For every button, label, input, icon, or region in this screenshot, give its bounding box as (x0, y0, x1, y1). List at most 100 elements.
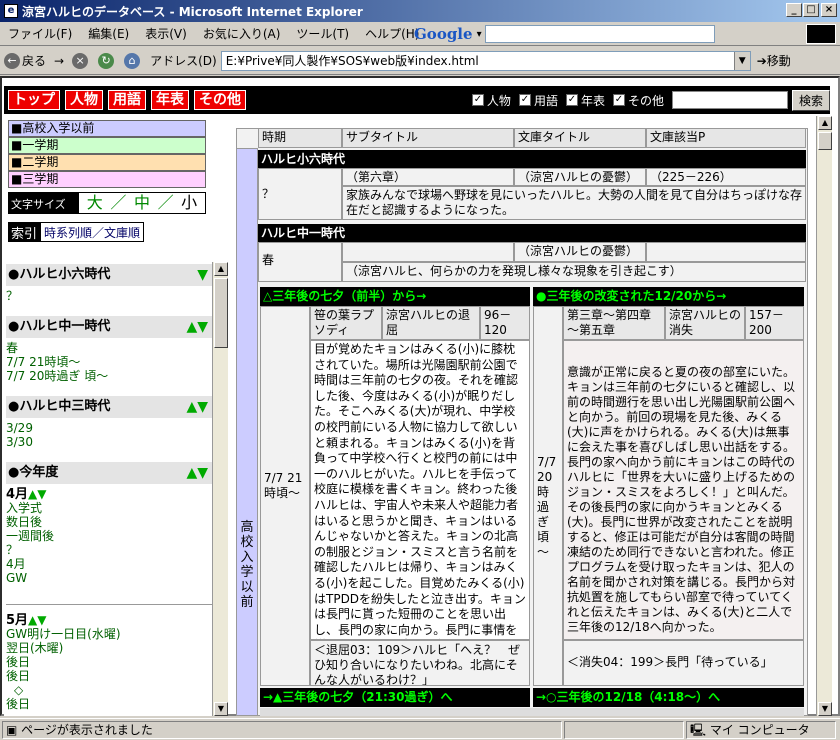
menu-file[interactable]: ファイル(F) (0, 25, 80, 42)
font-small[interactable]: 小 (181, 193, 197, 213)
era-heading[interactable]: ●今年度 ▲▼ (6, 462, 212, 484)
month-link[interactable]: 後日 (6, 697, 30, 711)
bunko-cell: （涼宮ハルヒの憂鬱） (514, 168, 646, 186)
refresh-button[interactable]: ↻ (94, 52, 120, 69)
month-link[interactable]: GW (6, 571, 27, 585)
divider (6, 604, 212, 605)
search-button[interactable]: 検索 (791, 89, 830, 111)
main-scrollbar[interactable]: ▲ ▼ (816, 116, 832, 716)
home-button[interactable]: ⌂ (120, 52, 146, 69)
month-link[interactable]: 4月 (6, 557, 26, 571)
font-mid[interactable]: 中 (134, 193, 150, 213)
scroll-up-icon[interactable]: ▲ (214, 262, 228, 276)
scroll-thumb[interactable] (818, 132, 832, 150)
scroll-down-icon[interactable]: ▼ (214, 702, 228, 716)
bunko-cell: （涼宮ハルヒの憂鬱） (514, 242, 646, 262)
forward-button[interactable]: → (50, 54, 68, 68)
check-people[interactable]: ✓ 人物 (471, 92, 511, 109)
index-label: 索引 (8, 222, 41, 242)
nav-top[interactable]: トップ (8, 90, 60, 110)
link-bar[interactable]: →○三年後の12/18（4:18～）へ (533, 688, 804, 707)
month-link[interactable]: GW明け一日目(水曜) (6, 627, 121, 641)
font-sep-1: ／ (110, 193, 127, 212)
status-text-pane: ▣ ページが表示されました (2, 720, 562, 739)
address-value: E:¥Prive¥同人製作¥SOS¥web版¥index.html (225, 54, 479, 68)
era-heading[interactable]: ●ハルヒ小六時代 ▼ (6, 264, 212, 286)
section-heading: ハルヒ小六時代 (258, 150, 806, 168)
status-bar: ▣ ページが表示されました 🖳 マイ コンピュータ (0, 718, 840, 740)
nav-triangle-icon[interactable]: ▲▼ (186, 396, 208, 418)
era-link[interactable]: 3/29 (6, 421, 33, 435)
maximize-button[interactable]: □ (803, 3, 819, 17)
address-input[interactable]: E:¥Prive¥同人製作¥SOS¥web版¥index.html ▼ (220, 50, 751, 71)
menu-edit[interactable]: 編集(E) (80, 25, 137, 42)
address-dropdown-icon[interactable]: ▼ (733, 51, 750, 70)
month-link[interactable]: 後日 (6, 655, 30, 669)
check-other[interactable]: ✓ その他 (612, 92, 664, 109)
subtitle-cell: （第六章） (342, 168, 514, 186)
menu-tools[interactable]: ツール(T) (288, 25, 357, 42)
term-pre-highschool[interactable]: ■高校入学以前 (8, 120, 206, 137)
month-link[interactable]: 後日 (6, 669, 30, 683)
period-cell: ？ (258, 168, 342, 220)
month-link[interactable]: ？ (6, 543, 18, 557)
checkbox-icon: ✓ (471, 94, 484, 106)
google-search-input[interactable] (484, 25, 715, 43)
nav-triangle-icon[interactable]: ▲▼ (28, 487, 46, 501)
era-link[interactable]: 7/7 21時頃～ (6, 355, 80, 369)
term-third[interactable]: ■三学期 (8, 171, 206, 188)
era-heading[interactable]: ●ハルヒ中一時代 ▲▼ (6, 316, 212, 338)
nav-terms[interactable]: 用語 (108, 90, 146, 110)
nav-timeline[interactable]: 年表 (151, 90, 189, 110)
link-bar[interactable]: △三年後の七夕（前半）から→ (260, 287, 530, 306)
quote-cell: ＜退屈03：109＞ハルヒ「へえ？ ぜひ知り合いになりたいわね。北高にそんな人が… (310, 640, 530, 686)
month-link[interactable]: 数日後 (6, 515, 42, 529)
header-pages: 文庫該当P (646, 128, 806, 148)
back-button[interactable]: ← 戻る (0, 52, 50, 69)
menu-view[interactable]: 表示(V) (137, 25, 195, 42)
nav-people[interactable]: 人物 (65, 90, 103, 110)
left-scrollbar[interactable]: ▲ ▼ (212, 262, 228, 716)
term-first[interactable]: ■一学期 (8, 137, 206, 154)
refresh-icon: ↻ (98, 52, 115, 69)
term-second[interactable]: ■二学期 (8, 154, 206, 171)
check-timeline[interactable]: ✓ 年表 (565, 92, 605, 109)
menu-favorites[interactable]: お気に入り(A) (195, 25, 289, 42)
scroll-down-icon[interactable]: ▼ (818, 702, 832, 716)
link-bar[interactable]: →▲三年後の七夕（21:30過ぎ）へ (260, 688, 530, 707)
era-heading[interactable]: ●ハルヒ中三時代 ▲▼ (6, 396, 212, 418)
index-bunko-link[interactable]: 文庫順 (104, 226, 140, 240)
nav-triangle-icon[interactable]: ▲▼ (186, 316, 208, 338)
font-large[interactable]: 大 (87, 193, 103, 213)
month-link[interactable]: 翌日(木曜) (6, 641, 63, 655)
stop-button[interactable]: × (68, 52, 94, 69)
subtitle-cell (342, 242, 514, 262)
link-bar[interactable]: ●三年後の改変された12/20から→ (533, 287, 804, 306)
era-link[interactable]: 7/7 20時過ぎ 頃～ (6, 369, 108, 383)
close-button[interactable]: × (821, 3, 837, 17)
site-search-input[interactable] (671, 91, 788, 109)
nav-triangle-icon[interactable]: ▲▼ (186, 462, 208, 484)
window-title: 涼宮ハルヒのデータベース - Microsoft Internet Explor… (22, 4, 363, 19)
month-link[interactable]: 入学式 (6, 501, 42, 515)
era-link[interactable]: 春 (6, 341, 18, 355)
windows-logo-icon (806, 24, 836, 44)
era-link[interactable]: ？ (6, 289, 18, 303)
nav-other[interactable]: その他 (194, 90, 246, 110)
pages-cell: 157－200 (745, 306, 804, 340)
google-dropdown-icon[interactable]: ▾ (477, 29, 482, 40)
minimize-button[interactable]: _ (786, 3, 802, 17)
check-terms[interactable]: ✓ 用語 (518, 92, 558, 109)
nav-triangle-icon[interactable]: ▲▼ (28, 613, 46, 627)
google-logo[interactable]: Google (410, 25, 477, 43)
checkbox-icon: ✓ (612, 94, 625, 106)
era-link[interactable]: 3/30 (6, 435, 33, 449)
month-link[interactable]: 一週間後 (6, 529, 54, 543)
scroll-up-icon[interactable]: ▲ (818, 116, 832, 130)
go-button[interactable]: ➔移動 (751, 52, 797, 69)
nav-triangle-icon[interactable]: ▼ (197, 264, 208, 286)
description-cell: 意識が正常に戻ると夏の夜の部室にいた。キョンは三年前の七夕にいると確認し、以前の… (563, 340, 804, 640)
scroll-thumb[interactable] (214, 278, 228, 348)
month-link[interactable]: ◇ (6, 683, 23, 697)
index-chrono-link[interactable]: 時系列順 (44, 226, 92, 240)
